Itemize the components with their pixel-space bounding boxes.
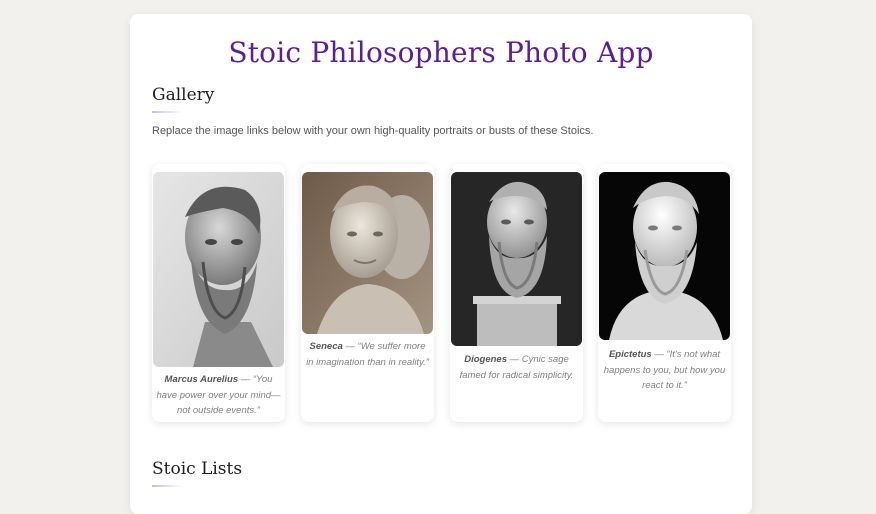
gallery-heading: Gallery: [152, 85, 215, 105]
stoic-lists-heading: Stoic Lists: [152, 459, 243, 479]
page-title: Stoic Philosophers Photo App: [228, 36, 654, 69]
main-card: Stoic Philosophers Photo App Gallery Rep…: [130, 14, 752, 514]
gallery-intro: Replace the image links below with your …: [152, 125, 594, 137]
stoic-lists-heading-underline: [152, 485, 182, 487]
caption-epictetus: Epictetus — “It's not what happens to yo…: [602, 347, 727, 394]
caption-name: Marcus Aurelius: [164, 374, 239, 385]
caption-name: Seneca: [309, 341, 343, 352]
portrait-epictetus[interactable]: [599, 172, 730, 340]
caption-seneca: Seneca — “We suffer more in imagination …: [305, 339, 430, 370]
photo-card-epictetus[interactable]: Epictetus — “It's not what happens to yo…: [598, 164, 731, 422]
portrait-marcus-aurelius[interactable]: [153, 172, 284, 367]
photo-card-diogenes[interactable]: Diogenes — Cynic sage famed for radical …: [450, 164, 583, 422]
photo-card-marcus-aurelius[interactable]: Marcus Aurelius — “You have power over y…: [152, 164, 285, 422]
gallery-heading-underline: [152, 111, 182, 113]
photo-card-seneca[interactable]: Seneca — “We suffer more in imagination …: [301, 164, 434, 422]
caption-name: Epictetus: [608, 349, 652, 360]
caption-diogenes: Diogenes — Cynic sage famed for radical …: [454, 352, 579, 383]
caption-marcus-aurelius: Marcus Aurelius — “You have power over y…: [156, 372, 281, 419]
portrait-diogenes[interactable]: [451, 172, 582, 346]
portrait-seneca[interactable]: [302, 172, 433, 334]
caption-name: Diogenes: [464, 354, 507, 365]
